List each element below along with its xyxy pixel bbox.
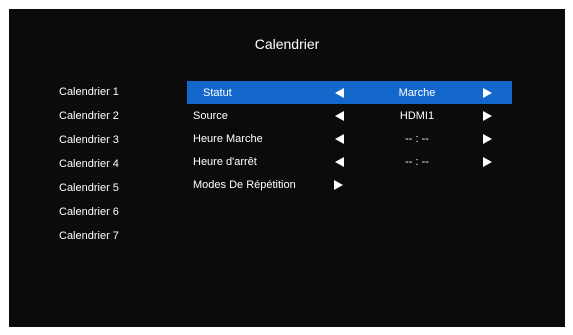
statut-row[interactable]: Statut Marche	[187, 81, 512, 104]
source-row[interactable]: Source HDMI1	[187, 104, 512, 127]
calendar-list: Calendrier 1 Calendrier 2 Calendrier 3 C…	[59, 85, 119, 253]
heure-arret-label: Heure d'arrêt	[193, 156, 257, 168]
heure-marche-value: -- : --	[405, 133, 429, 145]
heure-arret-value: -- : --	[405, 156, 429, 168]
triangle-left-icon[interactable]	[335, 157, 344, 167]
calendar-item-1[interactable]: Calendrier 1	[59, 85, 119, 109]
triangle-right-icon[interactable]	[334, 180, 343, 190]
calendar-item-3[interactable]: Calendrier 3	[59, 133, 119, 157]
triangle-left-icon[interactable]	[335, 111, 344, 121]
page-title: Calendrier	[254, 36, 320, 52]
heure-marche-label: Heure Marche	[193, 133, 263, 145]
triangle-left-icon[interactable]	[335, 88, 344, 98]
calendar-menu-screen: Calendrier Calendrier 1 Calendrier 2 Cal…	[9, 9, 565, 327]
modes-repetition-row[interactable]: Modes De Répétition	[187, 173, 512, 196]
statut-label: Statut	[203, 87, 232, 99]
heure-arret-row[interactable]: Heure d'arrêt -- : --	[187, 150, 512, 173]
calendar-item-6[interactable]: Calendrier 6	[59, 205, 119, 229]
statut-value: Marche	[398, 87, 436, 99]
settings-panel: Statut Marche Source HDMI1 Heure Marche …	[187, 81, 512, 196]
calendar-item-7[interactable]: Calendrier 7	[59, 229, 119, 253]
calendar-item-5[interactable]: Calendrier 5	[59, 181, 119, 205]
triangle-right-icon[interactable]	[483, 111, 492, 121]
source-value: HDMI1	[399, 110, 435, 122]
heure-marche-row[interactable]: Heure Marche -- : --	[187, 127, 512, 150]
triangle-right-icon[interactable]	[483, 134, 492, 144]
modes-repetition-label: Modes De Répétition	[193, 179, 296, 191]
calendar-item-2[interactable]: Calendrier 2	[59, 109, 119, 133]
triangle-left-icon[interactable]	[335, 134, 344, 144]
triangle-right-icon[interactable]	[483, 157, 492, 167]
calendar-item-4[interactable]: Calendrier 4	[59, 157, 119, 181]
source-label: Source	[193, 110, 228, 122]
triangle-right-icon[interactable]	[483, 88, 492, 98]
